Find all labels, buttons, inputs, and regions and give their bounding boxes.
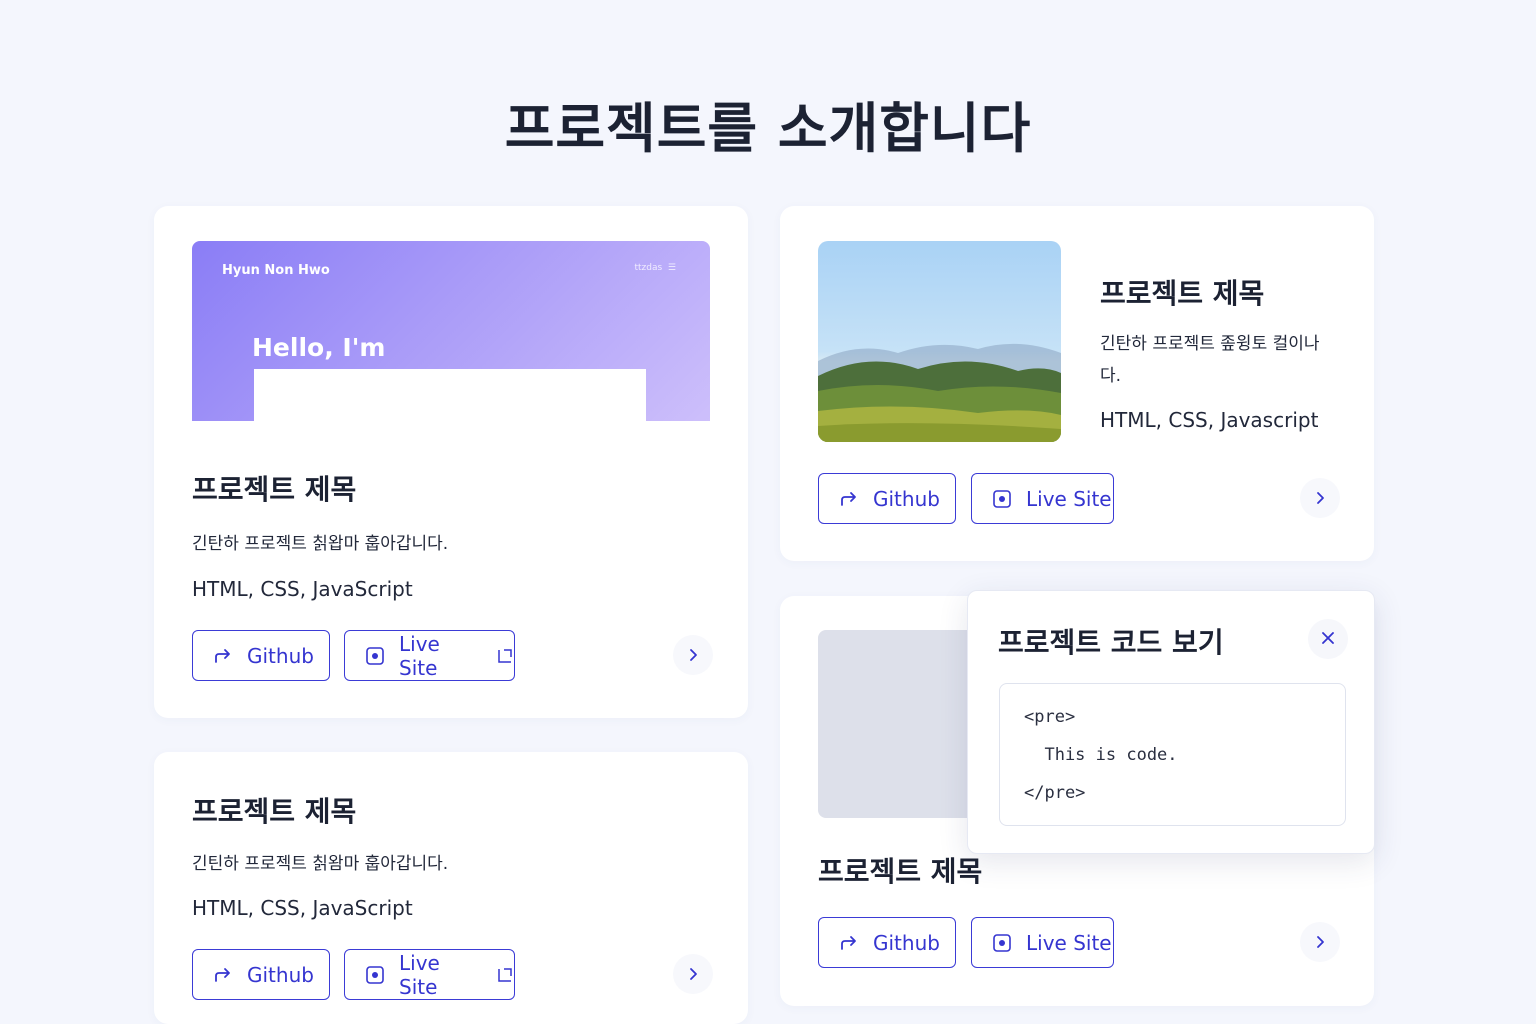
github-label: Github: [247, 962, 314, 987]
live-site-icon: [365, 646, 385, 666]
live-site-icon: [992, 489, 1012, 509]
live-site-icon: [992, 933, 1012, 953]
project-card-1: Hyun Non Hwo ttzdas ☰ Hello, I'm 프로젝트 제목…: [154, 206, 748, 718]
code-line: </pre>: [1024, 783, 1086, 803]
chevron-right-icon[interactable]: [673, 954, 713, 994]
modal-title: 프로젝트 코드 보기: [998, 626, 1224, 659]
github-button[interactable]: Github: [192, 949, 330, 1000]
live-site-label: Live Site: [1026, 930, 1112, 955]
close-icon: [1321, 630, 1335, 649]
card-description: 긴탄하 프로젝트 좊윙토 컬이나다.: [1100, 334, 1320, 386]
live-site-button[interactable]: Live Site: [344, 630, 515, 681]
preview-content-box: [254, 369, 646, 421]
card-title: 프로젝트 제목: [1100, 277, 1265, 310]
github-button[interactable]: Github: [192, 630, 330, 681]
page-title: 프로젝트를 소개합니다: [504, 97, 1032, 160]
share-arrow-icon: [213, 965, 233, 985]
share-arrow-icon: [213, 646, 233, 666]
github-label: Github: [873, 930, 940, 955]
card-tech-stack: HTML, CSS, JavaScript: [192, 577, 413, 601]
external-link-icon: [496, 966, 514, 984]
preview-hello: Hello, I'm: [252, 333, 386, 362]
close-button[interactable]: [1308, 619, 1348, 659]
project-landscape-image: [818, 241, 1061, 442]
project-preview-image: Hyun Non Hwo ttzdas ☰ Hello, I'm: [192, 241, 710, 421]
card-description: 긴탄하 프로젝트 칡왑마 훕아갑니다.: [192, 534, 449, 554]
code-line: This is code.: [1024, 745, 1178, 765]
code-line: <pre>: [1024, 707, 1076, 727]
github-button[interactable]: Github: [818, 473, 956, 524]
card-title: 프로젝트 제목: [192, 795, 357, 828]
card-tech-stack: HTML, CSS, JavaScript: [192, 896, 413, 920]
share-arrow-icon: [839, 489, 859, 509]
live-site-button[interactable]: Live Site: [971, 917, 1114, 968]
live-site-icon: [365, 965, 385, 985]
github-label: Github: [873, 486, 940, 511]
chevron-right-icon[interactable]: [1300, 478, 1340, 518]
card-description: 긴틴하 프로젝트 칡왐마 훕아갑니다.: [192, 854, 449, 874]
card-tech-stack: HTML, CSS, Javascript: [1100, 408, 1319, 432]
chevron-right-icon[interactable]: [673, 635, 713, 675]
live-site-button[interactable]: Live Site: [971, 473, 1114, 524]
card-title: 프로젝트 제목: [192, 473, 357, 506]
live-site-label: Live Site: [1026, 486, 1112, 511]
card-title: 프로젝트 제목: [818, 855, 983, 888]
code-view-modal: 프로젝트 코드 보기 <pre> This is code. </pre>: [967, 590, 1375, 854]
github-button[interactable]: Github: [818, 917, 956, 968]
live-site-button[interactable]: Live Site: [344, 949, 515, 1000]
github-label: Github: [247, 643, 314, 668]
share-arrow-icon: [839, 933, 859, 953]
external-link-icon: [496, 647, 514, 665]
live-site-label: Live Site: [399, 950, 440, 999]
chevron-right-icon[interactable]: [1300, 922, 1340, 962]
preview-nav: ttzdas ☰: [634, 263, 677, 273]
live-site-label: Live Site: [399, 631, 440, 680]
project-card-3: 프로젝트 제목 긴틴하 프로젝트 칡왐마 훕아갑니다. HTML, CSS, J…: [154, 752, 748, 1024]
code-block: <pre> This is code. </pre>: [999, 683, 1346, 826]
project-card-2: 프로젝트 제목 긴탄하 프로젝트 좊윙토 컬이나다. HTML, CSS, Ja…: [780, 206, 1374, 561]
preview-brand: Hyun Non Hwo: [222, 263, 330, 278]
